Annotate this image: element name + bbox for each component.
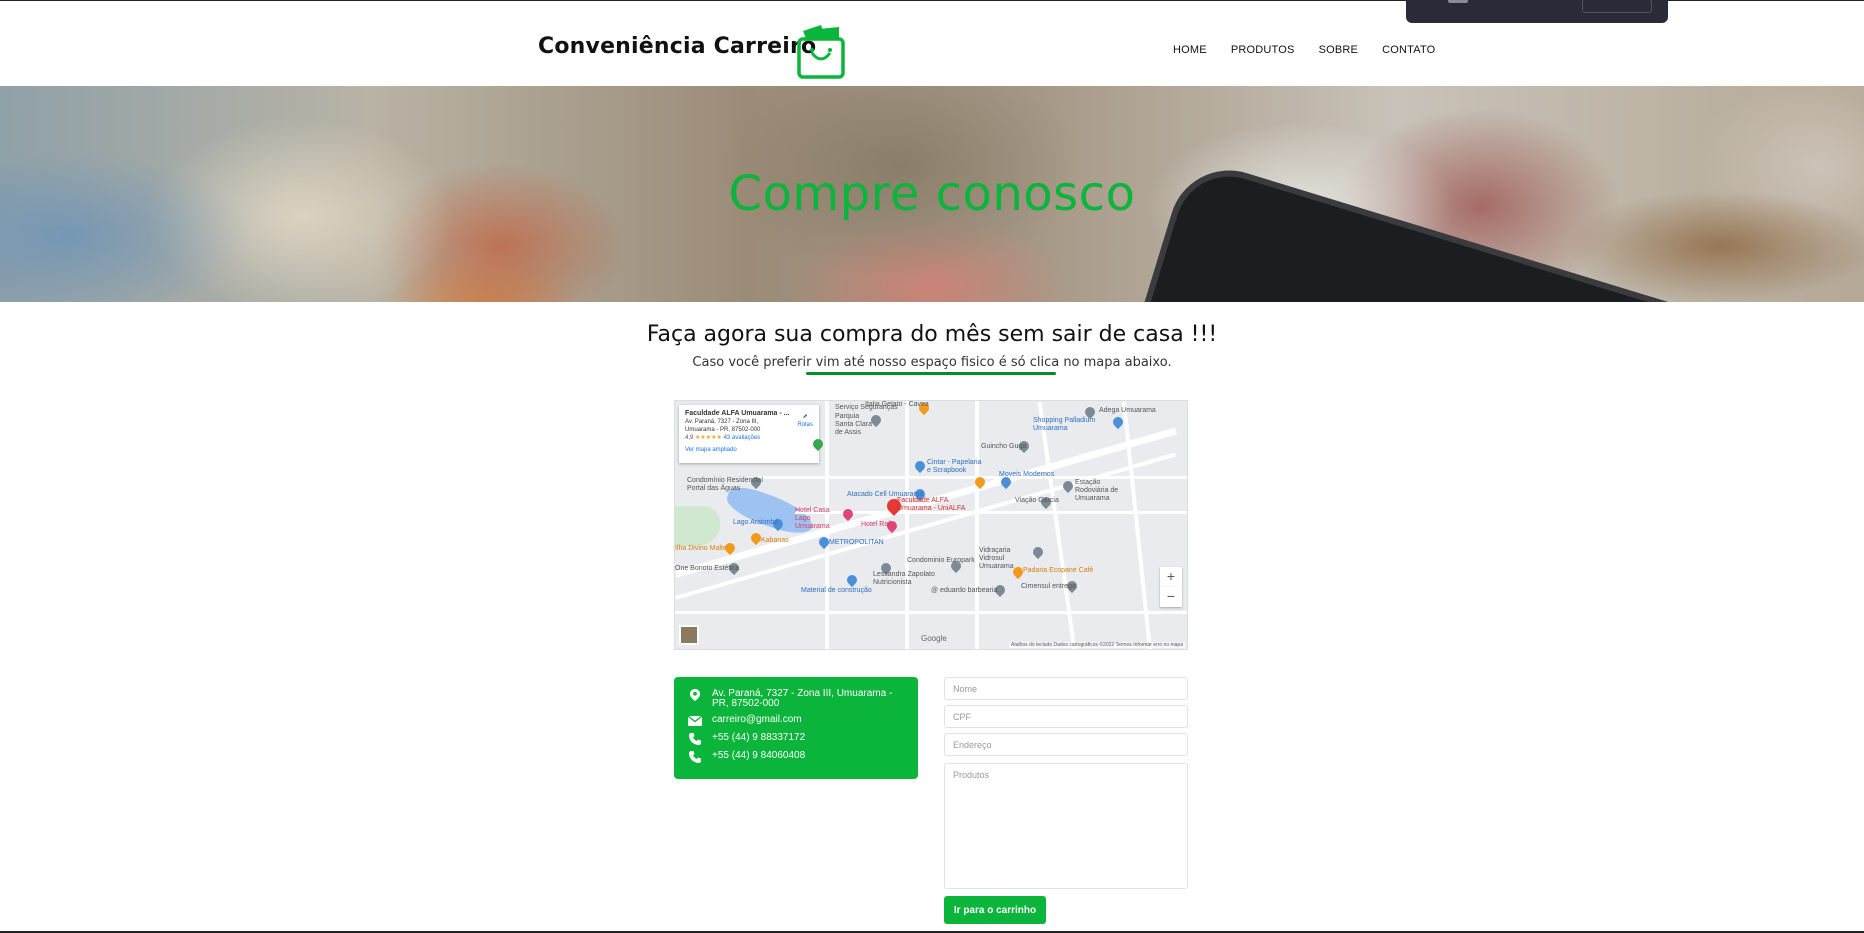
map-attribution[interactable]: Atalhos do teclado Dados cartográficos ©… bbox=[1008, 642, 1185, 648]
brand-name[interactable]: Conveniência Carreiro bbox=[538, 34, 816, 59]
nav-home[interactable]: HOME bbox=[1173, 44, 1207, 56]
main-nav: HOME PRODUTOS SOBRE CONTATO bbox=[1173, 44, 1459, 56]
contact-phone-row: +55 (44) 9 84060408 bbox=[688, 751, 904, 763]
map-label: Condomínio Residencial Portal das Águas bbox=[687, 477, 763, 492]
map-card-reviews[interactable]: 43 avaliações bbox=[724, 435, 761, 441]
products-field[interactable] bbox=[944, 763, 1188, 889]
phone-icon bbox=[689, 733, 701, 745]
map-label: Faculdade ALFA Umuarama - UniALFA bbox=[897, 497, 966, 512]
map-label: Serviço Seguranças bbox=[835, 404, 898, 411]
page-subheading: Caso você preferir vim até nosso espaço … bbox=[692, 355, 1172, 370]
contact-phone-row: +55 (44) 9 88337172 bbox=[688, 733, 904, 745]
map-label: Lago Aratimbó bbox=[733, 519, 779, 526]
nav-sobre[interactable]: SOBRE bbox=[1319, 44, 1359, 56]
nav-contato[interactable]: CONTATO bbox=[1382, 44, 1435, 56]
map-label: Hotel Raf bbox=[861, 521, 891, 528]
map-pin-icon bbox=[689, 689, 701, 701]
shopping-bag-icon bbox=[797, 25, 845, 79]
contact-phone[interactable]: +55 (44) 9 84060408 bbox=[712, 751, 805, 761]
map-label: METROPOLITAN bbox=[829, 539, 884, 546]
notification-text bbox=[1448, 0, 1468, 3]
map-label: Estação Rodoviária de Umuarama bbox=[1075, 479, 1119, 502]
map-info-card: Faculdade ALFA Umuarama - ... Av. Paraná… bbox=[679, 405, 819, 463]
contact-email-row: carreiro@gmail.com bbox=[688, 715, 904, 727]
map-label: Padaria Ecopane Café bbox=[1023, 567, 1094, 574]
phone-icon bbox=[689, 751, 701, 763]
page-heading: Faça agora sua compra do mês sem sair de… bbox=[646, 322, 1218, 347]
location-map[interactable]: Faculdade ALFA Umuarama - ... Av. Paraná… bbox=[674, 400, 1188, 650]
map-card-address: Av. Paraná, 7327 - Zona III, bbox=[685, 419, 759, 425]
map-card-enlarge-link[interactable]: Ver mapa ampliado bbox=[685, 446, 813, 454]
map-label: Guincho Guga bbox=[981, 443, 1027, 450]
map-label: Hotel Casa Lago Umuarama bbox=[795, 507, 830, 530]
site-header: Conveniência Carreiro HOME PRODUTOS SOBR… bbox=[0, 0, 1864, 86]
map-label: Viação Garcia bbox=[1015, 497, 1059, 504]
contact-info-card: Av. Paraná, 7327 - Zona III, Umuarama - … bbox=[674, 677, 918, 779]
cpf-field[interactable] bbox=[944, 705, 1188, 728]
map-pin-icon[interactable] bbox=[844, 572, 860, 588]
zoom-in-button[interactable]: + bbox=[1160, 567, 1182, 587]
map-label: Moveis Modernos bbox=[999, 471, 1055, 478]
map-card-route-label: Rotas bbox=[797, 422, 813, 428]
hero-banner: Compre conosco bbox=[0, 86, 1864, 302]
zoom-out-button[interactable]: − bbox=[1160, 587, 1182, 607]
map-card-address: Umuarama - PR, 87502-000 bbox=[685, 427, 761, 433]
map-label: Cimensul entrega bbox=[1021, 583, 1076, 590]
map-label: @ eduardo barbearia bbox=[931, 587, 998, 594]
map-label: Shopping Palladium Umuarama bbox=[1033, 417, 1096, 432]
go-to-cart-button[interactable]: Ir para o carrinho bbox=[944, 896, 1046, 924]
map-label: Ilha Divino Malte bbox=[675, 545, 727, 552]
subheading-underline bbox=[806, 372, 1056, 375]
street-view-icon[interactable] bbox=[679, 625, 699, 645]
map-label: Cintar - Papelaria e Scrapbook bbox=[927, 459, 982, 474]
name-field[interactable] bbox=[944, 677, 1188, 700]
directions-icon: ⬈ bbox=[802, 414, 808, 420]
mail-icon bbox=[688, 715, 702, 726]
map-label: One Bonoto Estética bbox=[675, 565, 740, 572]
map-card-title: Faculdade ALFA Umuarama - ... bbox=[685, 410, 790, 417]
map-road bbox=[795, 511, 1187, 514]
map-label: Adega Umuarama bbox=[1099, 407, 1156, 414]
map-park bbox=[675, 506, 720, 546]
google-logo: Google bbox=[921, 634, 947, 643]
contact-address-row: Av. Paraná, 7327 - Zona III, Umuarama - … bbox=[688, 689, 904, 709]
map-card-route[interactable]: ⬈ Rotas bbox=[797, 413, 813, 429]
map-pin-icon[interactable] bbox=[912, 458, 928, 474]
map-road bbox=[675, 611, 1187, 614]
contact-email[interactable]: carreiro@gmail.com bbox=[712, 715, 802, 725]
notification-button[interactable] bbox=[1582, 0, 1652, 13]
contact-address: Av. Paraná, 7327 - Zona III, Umuarama - … bbox=[712, 688, 893, 709]
map-label: Material de construção bbox=[801, 587, 872, 594]
nav-produtos[interactable]: PRODUTOS bbox=[1231, 44, 1295, 56]
map-label: Lessandra Zapolato Nutricionista bbox=[873, 571, 935, 586]
star-rating-icon: ★★★★★ bbox=[695, 435, 722, 441]
contact-phone[interactable]: +55 (44) 9 88337172 bbox=[712, 733, 805, 743]
address-field[interactable] bbox=[944, 733, 1188, 756]
notification-bar bbox=[1406, 0, 1668, 23]
hero-title: Compre conosco bbox=[728, 166, 1136, 222]
map-label: Condominio Europark bbox=[907, 557, 975, 564]
map-card-rating: 4,9 bbox=[685, 435, 694, 441]
map-label: Kabanas bbox=[761, 537, 789, 544]
map-label: Parquia Santa Clara de Assis bbox=[835, 413, 872, 436]
